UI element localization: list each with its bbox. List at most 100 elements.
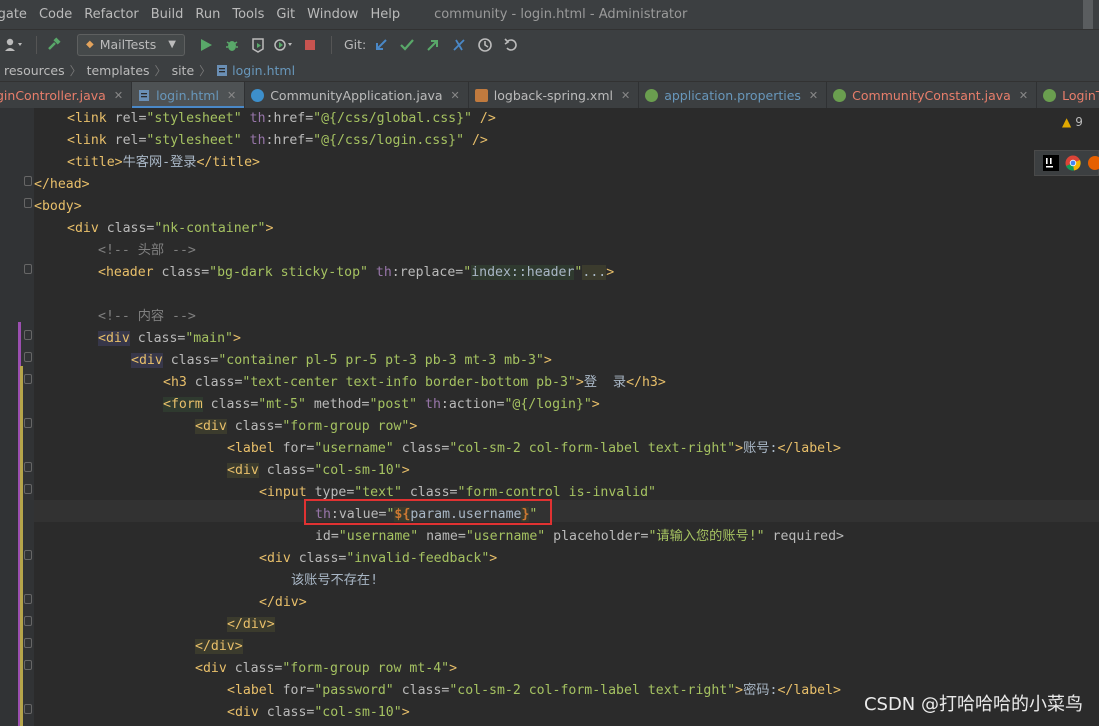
close-icon[interactable]: ✕ [809, 89, 818, 102]
code-token: "col-sm-10" [314, 463, 402, 478]
html-file-icon [139, 89, 150, 101]
tab-login-controller[interactable]: ginController.java ✕ [0, 82, 133, 108]
fold-icon[interactable] [24, 594, 32, 604]
git-commit-icon[interactable] [396, 34, 418, 56]
menu-tools[interactable]: Tools [226, 0, 270, 29]
code-token: "post" [369, 397, 418, 412]
menu-help[interactable]: Help [364, 0, 406, 29]
code-token: class= [226, 419, 283, 434]
code-token: :href= [265, 111, 314, 126]
menu-navigate[interactable]: igate [0, 0, 33, 29]
rollback-icon[interactable] [500, 34, 522, 56]
history-icon[interactable] [474, 34, 496, 56]
fold-icon[interactable] [24, 484, 32, 494]
code-token: "stylesheet" [146, 133, 242, 148]
window-title: community - login.html - Administrator [434, 7, 688, 22]
debug-icon[interactable] [221, 34, 243, 56]
close-icon[interactable]: ✕ [114, 89, 123, 102]
code-token: </div> [227, 617, 275, 632]
stop-icon[interactable] [299, 34, 321, 56]
fold-icon[interactable] [24, 616, 32, 626]
code-token: th [417, 397, 441, 412]
tab-login-html[interactable]: login.html ✕ [132, 82, 246, 108]
breadcrumb-site[interactable]: site [172, 63, 195, 78]
code-line: <title>牛客网-登录</title> [67, 152, 260, 174]
tab-application-properties[interactable]: application.properties ✕ [639, 82, 828, 108]
breadcrumb-templates[interactable]: templates [87, 63, 150, 78]
warning-icon: ▲ [1062, 115, 1072, 129]
fold-icon[interactable] [24, 418, 32, 428]
fold-icon[interactable] [24, 550, 32, 560]
coverage-icon[interactable] [247, 34, 269, 56]
tab-label: application.properties [664, 87, 801, 103]
code-token: "invalid-feedback" [346, 551, 490, 566]
menu-code[interactable]: Code [33, 0, 78, 29]
close-icon[interactable]: ✕ [451, 89, 460, 102]
run-config-selector[interactable]: ◆ MailTests ▼ [77, 33, 185, 56]
menu-build[interactable]: Build [145, 0, 190, 29]
menu-git[interactable]: Git [270, 0, 301, 29]
firefox-icon[interactable] [1087, 155, 1099, 171]
git-branches-icon[interactable] [448, 34, 470, 56]
run-icon[interactable] [195, 34, 217, 56]
code-token: "form-control is-invalid" [457, 485, 657, 500]
html-file-icon [217, 64, 228, 76]
toolbar-separator [36, 35, 37, 54]
code-token: class= [393, 683, 450, 698]
fold-icon[interactable] [24, 374, 32, 384]
profile-icon[interactable] [273, 34, 295, 56]
chevron-right-icon: 〉 [154, 63, 167, 78]
code-token: "bg-dark sticky-top" [209, 265, 368, 280]
tab-logback-spring[interactable]: logback-spring.xml ✕ [469, 82, 640, 108]
fold-icon[interactable] [24, 352, 32, 362]
window-scrollbar[interactable] [1083, 0, 1093, 29]
fold-icon[interactable] [24, 704, 32, 714]
close-icon[interactable]: ✕ [1019, 89, 1028, 102]
code-token: <div [227, 705, 259, 720]
menu-window[interactable]: Window [301, 0, 364, 29]
folded-code-placeholder[interactable]: ... [582, 265, 607, 280]
fold-icon[interactable] [24, 660, 32, 670]
breadcrumb-label: templates [86, 62, 150, 78]
code-token: method= [305, 397, 370, 412]
tab-community-application[interactable]: CommunityApplication.java ✕ [245, 82, 469, 108]
fold-icon[interactable] [24, 638, 32, 648]
code-token: class= [258, 463, 315, 478]
build-hammer-icon[interactable] [43, 34, 65, 56]
code-token: required> [764, 529, 844, 544]
code-token: "mt-5" [258, 397, 306, 412]
git-push-icon[interactable] [422, 34, 444, 56]
inspection-widget[interactable]: ▲ 9 [1062, 115, 1083, 129]
code-token: > [735, 683, 744, 698]
close-icon[interactable]: ✕ [227, 89, 236, 102]
chrome-icon[interactable] [1065, 155, 1081, 171]
menu-bar: igate Code Refactor Build Run Tools Git … [0, 0, 1099, 29]
breadcrumb-login-html[interactable]: login.html [216, 63, 295, 78]
fold-icon[interactable] [24, 462, 32, 472]
code-token: > [735, 441, 744, 456]
menu-run[interactable]: Run [189, 0, 226, 29]
close-icon[interactable]: ✕ [621, 89, 630, 102]
code-token: </head> [34, 177, 90, 192]
fold-icon[interactable] [24, 330, 32, 340]
tab-community-constant[interactable]: CommunityConstant.java ✕ [827, 82, 1038, 108]
code-token: class= [393, 441, 450, 456]
fold-icon[interactable] [24, 264, 32, 274]
user-icon[interactable] [4, 34, 26, 56]
code-token: id= [307, 529, 339, 544]
menu-refactor[interactable]: Refactor [78, 0, 145, 29]
code-token: /> [464, 133, 488, 148]
code-token: class= [202, 397, 259, 412]
breadcrumb-resources[interactable]: resources [4, 63, 65, 78]
fold-icon[interactable] [24, 176, 32, 186]
properties-file-icon [645, 88, 659, 102]
breadcrumb: resources 〉 templates 〉 site 〉 login.htm… [0, 59, 1099, 82]
git-update-icon[interactable] [370, 34, 392, 56]
code-line: </div> [259, 592, 307, 614]
intellij-browser-icon[interactable] [1043, 155, 1059, 171]
code-editor[interactable]: <link rel="stylesheet" th:href="@{/css/g… [34, 108, 1099, 726]
code-token: > [409, 419, 418, 434]
fold-icon[interactable] [24, 198, 32, 208]
editor-gutter[interactable] [0, 108, 34, 726]
tab-login-ticket-mapper[interactable]: LoginTicketMapp [1037, 82, 1099, 108]
